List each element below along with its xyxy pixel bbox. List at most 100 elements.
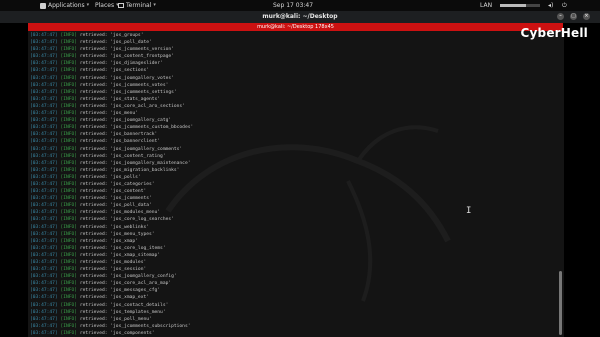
line-message: retrieved: — [77, 203, 111, 209]
line-message: retrieved: — [77, 54, 111, 60]
line-message: retrieved: — [77, 316, 111, 322]
line-entry: 'jos_poll_data' — [110, 203, 152, 209]
line-level: [INFO] — [60, 231, 78, 237]
terminal-line: [03:47:47] [INFO] retrieved: 'jos_joomga… — [30, 160, 193, 167]
line-message: retrieved: — [77, 238, 111, 244]
applications-menu[interactable]: Applications ▾ — [40, 0, 89, 11]
line-timestamp: [03:47:47] — [30, 260, 58, 265]
line-timestamp: [03:47:47] — [30, 281, 58, 287]
terminal-line: [03:47:47] [INFO] retrieved: 'jos_xmap_e… — [30, 294, 193, 301]
line-entry: 'jos_jcomments' — [110, 196, 152, 202]
line-entry: 'jos_core_log_items' — [110, 245, 166, 251]
line-message: retrieved: — [77, 118, 111, 124]
line-level: [INFO] — [60, 139, 78, 145]
terminal-line: [03:47:47] [INFO] retrieved: 'jos_module… — [30, 209, 193, 216]
line-entry: 'jos_joomgallery_config' — [110, 274, 177, 280]
minimize-button[interactable]: – — [557, 13, 564, 20]
line-level: [INFO] — [60, 181, 78, 187]
line-level: [INFO] — [60, 267, 78, 273]
line-entry: 'jos_djimageslider' — [110, 61, 163, 67]
line-message: retrieved: — [77, 125, 111, 131]
clock[interactable]: Sep 17 03:47 — [273, 0, 313, 11]
line-message: retrieved: — [77, 330, 111, 336]
line-timestamp: [03:47:47] — [30, 231, 58, 237]
watermark-logo: CyberHell — [520, 26, 588, 40]
window-title: murk@kali: ~/Desktop — [262, 13, 338, 20]
line-entry: 'jos_messages_cfg' — [110, 288, 161, 294]
line-message: retrieved: — [77, 245, 111, 251]
terminal-line: [03:47:47] [INFO] retrieved: 'jos_conten… — [30, 153, 193, 160]
line-level: [INFO] — [60, 217, 78, 223]
line-timestamp: [03:47:47] — [30, 47, 58, 53]
line-entry: 'jos_joomgallery_maintenance' — [110, 160, 191, 166]
line-message: retrieved: — [77, 181, 111, 187]
terminal-line: [03:47:47] [INFO] retrieved: 'jos_messag… — [30, 287, 193, 294]
terminal-line: [03:47:47] [INFO] retrieved: 'jos_groups… — [30, 32, 193, 39]
terminal-line: [03:47:47] [INFO] retrieved: 'jos_joomga… — [30, 146, 193, 153]
line-message: retrieved: — [77, 96, 111, 102]
places-menu[interactable]: Places ▾ — [95, 0, 119, 11]
line-level: [INFO] — [60, 103, 78, 109]
terminal-line: [03:47:47] [INFO] retrieved: 'jos_poll_d… — [30, 39, 193, 46]
network-label: LAN — [480, 2, 493, 9]
minimize-icon: – — [559, 13, 562, 19]
terminal-line: [03:47:47] [INFO] retrieved: 'jos_joomga… — [30, 75, 193, 82]
terminal-lines: [03:47:47] [INFO] retrieved: 'jos_groups… — [30, 32, 193, 337]
line-timestamp: [03:47:47] — [30, 103, 58, 109]
line-level: [INFO] — [60, 196, 78, 202]
terminal-line: [03:47:47] [INFO] retrieved: 'jos_module… — [30, 259, 193, 266]
line-message: retrieved: — [77, 302, 111, 308]
terminal-line: [03:47:47] [INFO] retrieved: 'jos_core_a… — [30, 280, 193, 287]
line-level: [INFO] — [60, 33, 78, 38]
line-message: retrieved: — [77, 111, 111, 117]
terminal-menu[interactable]: Terminal ▾ — [118, 0, 156, 11]
maximize-button[interactable]: □ — [570, 13, 577, 20]
line-level: [INFO] — [60, 323, 78, 329]
line-entry: 'jos_weblinks' — [110, 224, 149, 230]
line-timestamp: [03:47:47] — [30, 61, 58, 67]
line-entry: 'jos_session' — [110, 267, 147, 273]
close-button[interactable]: × — [583, 13, 590, 20]
line-entry: 'jos_core_log_searches' — [110, 217, 174, 223]
line-timestamp: [03:47:47] — [30, 274, 58, 280]
line-entry: 'jos_categories' — [110, 181, 155, 187]
line-level: [INFO] — [60, 295, 78, 301]
line-message: retrieved: — [77, 210, 111, 216]
line-timestamp: [03:47:47] — [30, 174, 58, 180]
terminal-line: [03:47:47] [INFO] retrieved: 'jos_catego… — [30, 181, 193, 188]
scrollbar[interactable] — [559, 271, 562, 335]
line-level: [INFO] — [60, 68, 78, 74]
power-icon: ⏻ — [562, 2, 567, 9]
line-level: [INFO] — [60, 96, 78, 102]
terminal-line: [03:47:47] [INFO] retrieved: 'jos_joomga… — [30, 273, 193, 280]
line-entry: 'jos_components' — [110, 330, 155, 336]
terminal-line: [03:47:47] [INFO] retrieved: 'jos_jcomme… — [30, 46, 193, 53]
line-level: [INFO] — [60, 252, 78, 258]
line-message: retrieved: — [77, 40, 111, 46]
line-timestamp: [03:47:47] — [30, 153, 58, 159]
network-bar — [500, 0, 540, 11]
network-indicator[interactable]: LAN — [480, 0, 492, 11]
terminal-line: [03:47:47] [INFO] retrieved: 'jos_jcomme… — [30, 89, 193, 96]
terminal-output[interactable]: [03:47:47] [INFO] retrieved: 'jos_groups… — [28, 31, 564, 337]
line-entry: 'jos_joomgallery_catg' — [110, 118, 172, 124]
close-icon: × — [584, 13, 589, 19]
terminal-line: [03:47:47] [INFO] retrieved: 'jos_contac… — [30, 302, 193, 309]
volume-button[interactable]: ◂) — [548, 0, 553, 11]
line-entry: 'jos_templates_menu' — [110, 309, 166, 315]
terminal-label: Terminal — [126, 2, 152, 9]
line-timestamp: [03:47:47] — [30, 40, 58, 46]
line-entry: 'jos_menu_types' — [110, 231, 155, 237]
terminal-line: [03:47:47] [INFO] retrieved: 'jos_conten… — [30, 188, 193, 195]
terminal-line: [03:47:47] [INFO] retrieved: 'jos_menu_t… — [30, 231, 193, 238]
line-message: retrieved: — [77, 153, 111, 159]
volume-icon: ◂) — [548, 2, 554, 9]
power-button[interactable]: ⏻ — [562, 0, 567, 11]
line-level: [INFO] — [60, 309, 78, 315]
terminal-line: [03:47:47] [INFO] retrieved: 'jos_compon… — [30, 330, 193, 337]
terminal-line: [03:47:47] [INFO] retrieved: 'jos_xmap' — [30, 238, 193, 245]
terminal-tab[interactable]: murk@kali: ~/Desktop 178x45 — [28, 23, 563, 31]
window-titlebar[interactable]: murk@kali: ~/Desktop – □ × — [0, 11, 600, 23]
line-entry: 'jos_migration_backlinks' — [110, 167, 180, 173]
line-entry: 'jos_stats_agents' — [110, 96, 161, 102]
